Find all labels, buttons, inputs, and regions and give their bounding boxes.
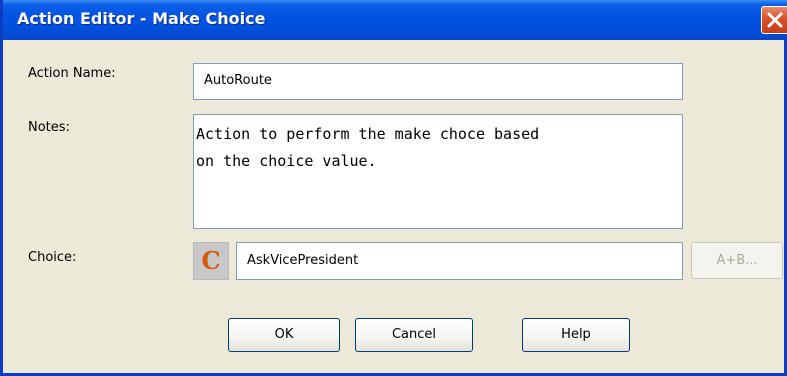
choice-icon: C	[193, 242, 229, 280]
notes-label: Notes:	[28, 120, 70, 135]
notes-field[interactable]: Action to perform the make choce based o…	[193, 114, 683, 229]
action-name-label: Action Name:	[28, 66, 116, 81]
expression-button[interactable]: A+B...	[691, 242, 783, 279]
cancel-button[interactable]: Cancel	[355, 318, 473, 352]
help-button[interactable]: Help	[522, 318, 630, 352]
ok-button[interactable]: OK	[228, 318, 340, 352]
title-bar[interactable]: Action Editor - Make Choice	[3, 0, 787, 40]
close-icon	[767, 12, 783, 28]
window-title: Action Editor - Make Choice	[17, 9, 266, 28]
action-name-value: AutoRoute	[204, 73, 272, 88]
action-name-field[interactable]: AutoRoute	[193, 63, 683, 100]
action-editor-dialog: Action Editor - Make Choice Action Name:…	[0, 0, 787, 376]
choice-label: Choice:	[28, 250, 77, 265]
choice-field[interactable]: AskVicePresident	[236, 242, 683, 280]
choice-value: AskVicePresident	[247, 253, 359, 268]
close-button[interactable]	[761, 6, 787, 34]
